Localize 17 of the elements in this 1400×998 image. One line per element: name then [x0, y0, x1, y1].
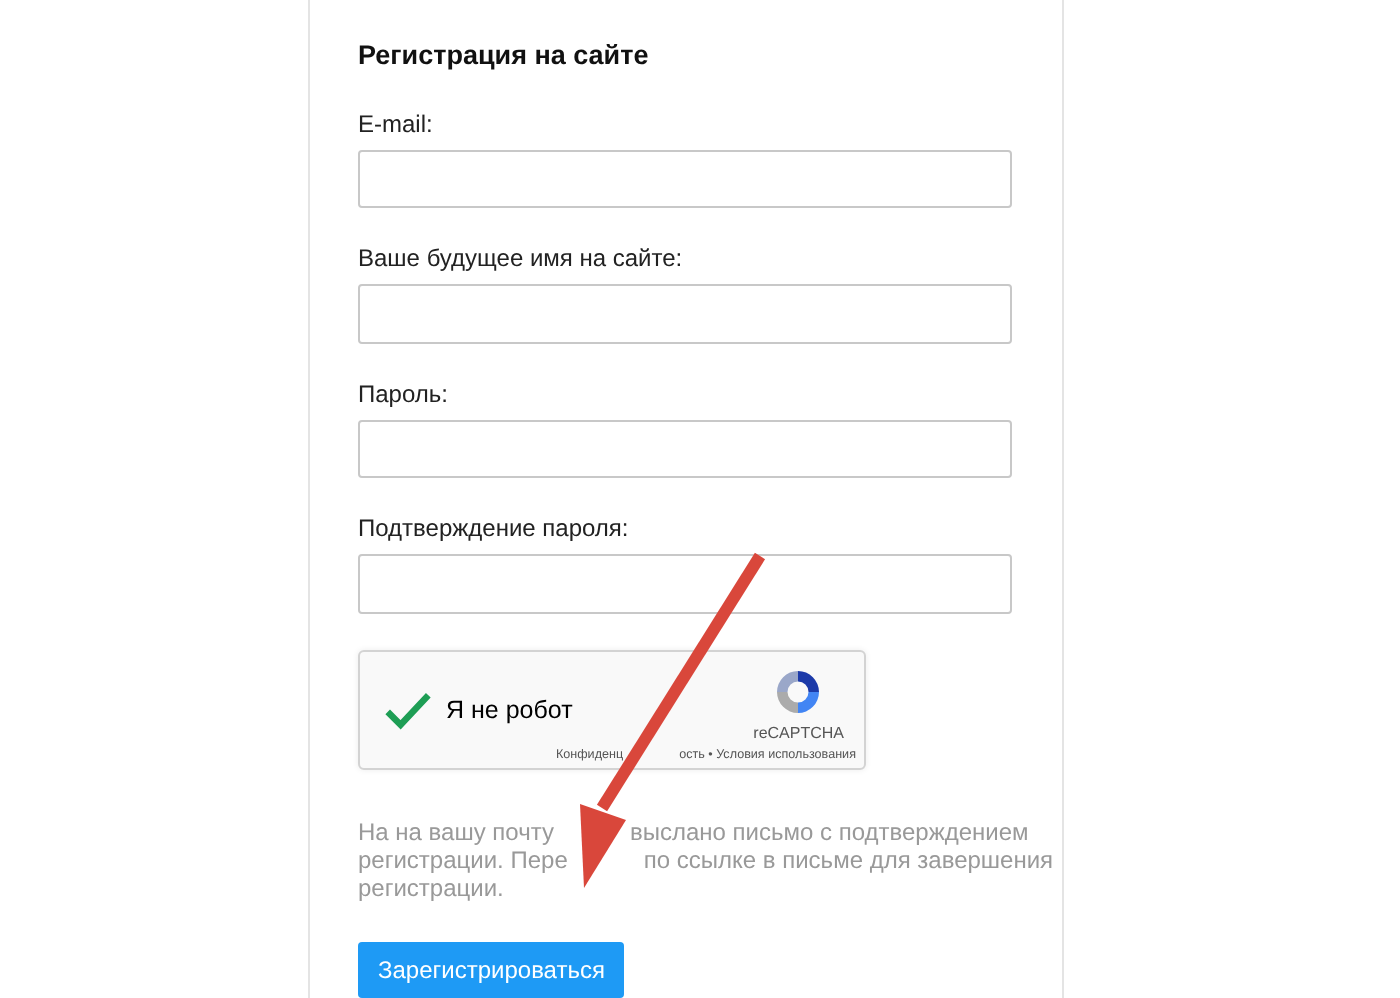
captcha-label: Я не робот: [446, 695, 573, 724]
field-label: Пароль:: [358, 379, 448, 408]
form-title: Регистрация на сайте: [358, 40, 649, 70]
notice-text: На на вашу почту: [358, 817, 554, 846]
input-field[interactable]: [358, 284, 1012, 344]
recaptcha-brand: reCAPTCHA: [753, 723, 844, 741]
checkmark-icon[interactable]: [384, 689, 432, 730]
input-field[interactable]: [358, 150, 1012, 209]
notice-text: регистрации. Пере: [358, 845, 568, 874]
notice-text: выслано письмо с подтверждением: [629, 817, 1029, 846]
field-label: Подтверждение пароля:: [358, 514, 629, 543]
notice-text: регистрации.: [358, 873, 504, 902]
input-field[interactable]: [358, 554, 1012, 613]
field-label: E-mail:: [358, 110, 433, 138]
notice-text: по ссылке в письме для завершения: [643, 845, 1054, 874]
input-field[interactable]: [358, 419, 1012, 479]
field-label: Ваше будущее имя на сайте:: [358, 244, 683, 273]
